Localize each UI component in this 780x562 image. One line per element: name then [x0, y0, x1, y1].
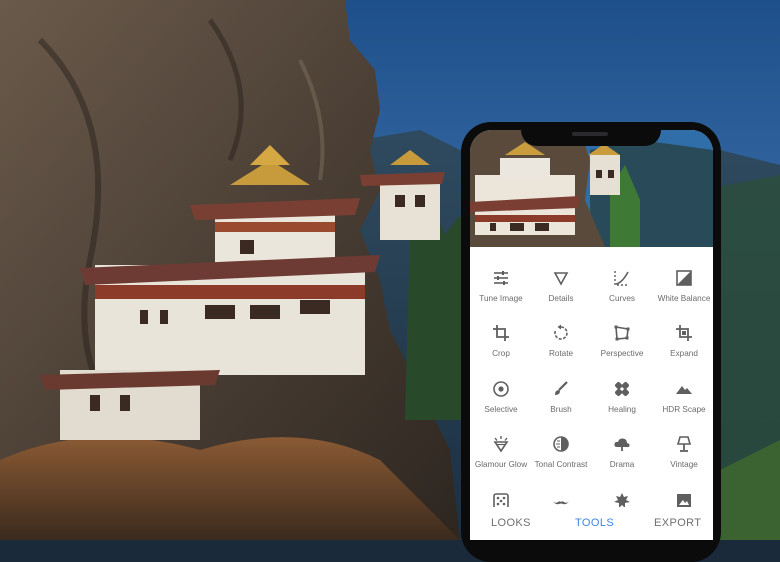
tool-curves[interactable]: Curves — [591, 269, 653, 304]
vintage-lamp-icon — [676, 436, 692, 452]
grunge-icon — [614, 493, 630, 507]
tool-retrolux[interactable] — [530, 492, 592, 507]
tune-icon — [494, 271, 508, 285]
tool-glamour-glow[interactable]: Glamour Glow — [470, 435, 532, 470]
phone-speaker — [572, 132, 608, 136]
tool-label: Tonal Contrast — [534, 460, 588, 469]
crop-icon — [493, 325, 509, 341]
brush-icon — [555, 381, 568, 395]
tool-label: Vintage — [670, 460, 698, 469]
tool-tonal-contrast[interactable]: Tonal Contrast — [530, 435, 592, 470]
tool-expand[interactable]: Expand — [653, 324, 713, 359]
bottom-nav: LOOKS TOOLS EXPORT — [470, 508, 713, 540]
tool-label: Rotate — [548, 349, 574, 358]
tools-grid: Tune Image Details Curves White Balance … — [470, 247, 713, 507]
tool-label: Selective — [484, 405, 518, 414]
mustache-icon — [553, 501, 569, 505]
app-screen: Tune Image Details Curves White Balance … — [470, 130, 713, 540]
tonal-contrast-icon — [553, 436, 569, 452]
tool-label: Drama — [609, 460, 635, 469]
tool-grunge[interactable] — [591, 492, 653, 507]
drama-cloud-icon — [614, 438, 630, 451]
tool-drama[interactable]: Drama — [591, 435, 653, 470]
tool-selective[interactable]: Selective — [470, 380, 532, 415]
tool-label: HDR Scape — [662, 405, 706, 414]
tool-label: Glamour Glow — [474, 460, 528, 469]
tool-label: Expand — [670, 349, 698, 358]
tab-tools[interactable]: TOOLS — [575, 517, 614, 529]
tool-black-white[interactable] — [653, 492, 713, 507]
healing-bandage-icon — [615, 382, 629, 396]
tool-white-balance[interactable]: White Balance — [653, 269, 713, 304]
tool-label: Curves — [609, 294, 635, 303]
tool-tune-image[interactable]: Tune Image — [470, 269, 532, 304]
tool-label: Details — [548, 294, 574, 303]
tool-crop[interactable]: Crop — [470, 324, 532, 359]
tool-hdr-scape[interactable]: HDR Scape — [653, 380, 713, 415]
hdr-mountain-icon — [676, 386, 692, 394]
tool-label: Brush — [550, 405, 572, 414]
tool-label: Healing — [608, 405, 636, 414]
expand-icon — [676, 325, 692, 341]
photo-preview — [470, 130, 713, 247]
selective-icon — [493, 381, 509, 397]
tool-grainy-film[interactable] — [470, 492, 532, 507]
curves-icon — [614, 271, 629, 286]
tool-vintage[interactable]: Vintage — [653, 435, 713, 470]
tool-label: Tune Image — [479, 294, 523, 303]
tool-details[interactable]: Details — [530, 269, 592, 304]
tool-brush[interactable]: Brush — [530, 380, 592, 415]
perspective-icon — [614, 325, 630, 341]
tab-export[interactable]: EXPORT — [654, 517, 701, 529]
grainy-film-icon — [493, 493, 509, 507]
tool-healing[interactable]: Healing — [591, 380, 653, 415]
glamour-glow-icon — [493, 436, 509, 453]
tool-rotate[interactable]: Rotate — [530, 324, 592, 359]
tool-label: Crop — [492, 349, 510, 358]
tool-label: Perspective — [600, 349, 644, 358]
details-triangle-icon — [553, 272, 569, 286]
rotate-icon — [554, 324, 568, 340]
white-balance-icon — [676, 270, 692, 286]
tool-perspective[interactable]: Perspective — [591, 324, 653, 359]
tab-looks[interactable]: LOOKS — [491, 517, 531, 529]
black-white-icon — [677, 494, 691, 507]
tool-label: White Balance — [657, 294, 711, 303]
